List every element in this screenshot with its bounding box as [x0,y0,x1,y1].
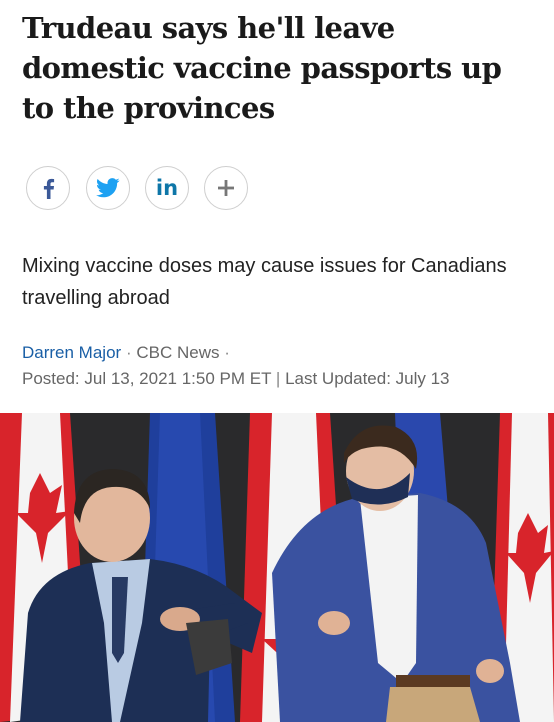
article: Trudeau says he'll leave domestic vaccin… [0,0,554,722]
share-linkedin-button[interactable]: in [145,166,189,210]
share-facebook-button[interactable] [26,166,70,210]
byline-line-1: Darren Major · CBC News · [22,340,542,366]
share-more-button[interactable] [204,166,248,210]
timestamp-divider: | [275,369,281,388]
updated-timestamp: Last Updated: July 13 [285,369,450,388]
article-deck: Mixing vaccine doses may cause issues fo… [22,255,507,309]
plus-icon [218,180,234,196]
headline: Trudeau says he'll leave domestic vaccin… [22,11,502,125]
lead-photo [0,413,554,722]
byline-line-2: Posted: Jul 13, 2021 1:50 PM ET | Last U… [22,366,542,392]
outlet-name: CBC News [136,343,220,362]
twitter-icon [96,178,120,198]
byline-separator: · [224,343,230,362]
byline: Darren Major · CBC News · Posted: Jul 13… [22,340,542,392]
linkedin-icon: in [155,176,179,200]
facebook-icon [43,178,55,199]
share-twitter-button[interactable] [86,166,130,210]
author-link[interactable]: Darren Major [22,343,121,362]
posted-timestamp: Posted: Jul 13, 2021 1:50 PM ET [22,369,272,388]
byline-separator: · [125,343,132,362]
